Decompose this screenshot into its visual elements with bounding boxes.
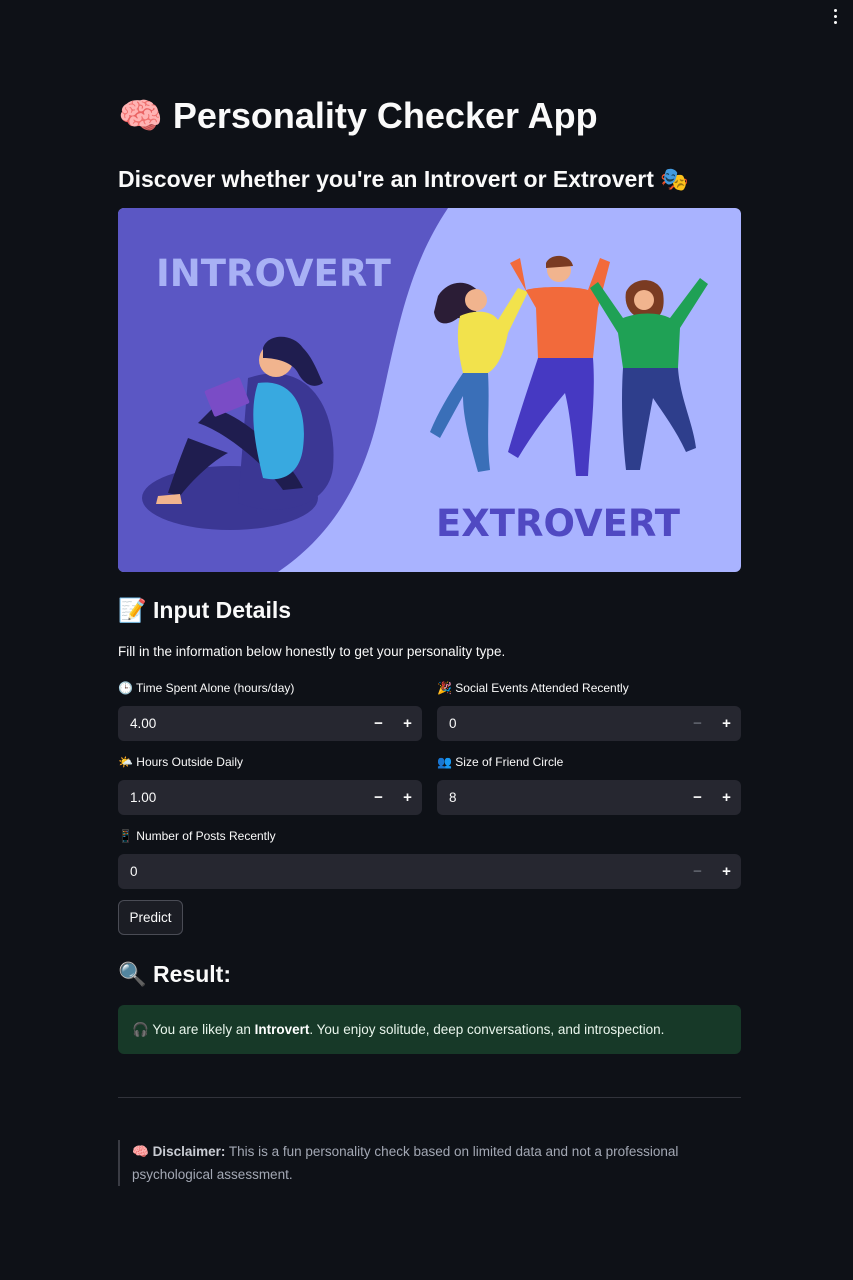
- social-events-increment-button[interactable]: +: [712, 706, 741, 741]
- result-title: 🔍 Result:: [118, 961, 231, 987]
- main-menu-button[interactable]: [827, 6, 843, 26]
- introvert-extrovert-illustration: INTROVERT EXTROVERT: [118, 208, 741, 572]
- time-alone-input[interactable]: 4.00: [118, 706, 364, 741]
- page-title: 🧠 Personality Checker App: [118, 95, 598, 136]
- posts-number-input: 0 − +: [118, 854, 741, 889]
- friend-circle-increment-button[interactable]: +: [712, 780, 741, 815]
- time-alone-field: 🕒 Time Spent Alone (hours/day) 4.00 − +: [118, 680, 422, 741]
- hero-introvert-text: INTROVERT: [156, 252, 392, 295]
- hours-outside-number-input: 1.00 − +: [118, 780, 422, 815]
- page-subtitle: Discover whether you're an Introvert or …: [118, 166, 689, 192]
- time-alone-label: 🕒 Time Spent Alone (hours/day): [118, 681, 295, 695]
- friend-circle-field: 👥 Size of Friend Circle 8 − +: [437, 754, 741, 815]
- hours-outside-label: 🌤️ Hours Outside Daily: [118, 755, 243, 769]
- kebab-dot: [833, 14, 837, 18]
- hours-outside-decrement-button[interactable]: −: [364, 780, 393, 815]
- kebab-dot: [833, 8, 837, 12]
- time-alone-decrement-button[interactable]: −: [364, 706, 393, 741]
- divider: [118, 1097, 741, 1098]
- social-events-input[interactable]: 0: [437, 706, 683, 741]
- result-alert: 🎧 You are likely an Introvert. You enjoy…: [118, 1005, 741, 1054]
- social-events-number-input: 0 − +: [437, 706, 741, 741]
- input-details-title: 📝 Input Details: [118, 597, 292, 623]
- friend-circle-label: 👥 Size of Friend Circle: [437, 755, 564, 769]
- friend-circle-decrement-button[interactable]: −: [683, 780, 712, 815]
- hours-outside-input[interactable]: 1.00: [118, 780, 364, 815]
- friend-circle-number-input: 8 − +: [437, 780, 741, 815]
- posts-increment-button[interactable]: +: [712, 854, 741, 889]
- hero-illustration: INTROVERT EXTROVERT: [118, 208, 741, 572]
- disclaimer-label: Disclaimer:: [152, 1144, 226, 1159]
- posts-input[interactable]: 0: [118, 854, 683, 889]
- result-prefix: 🎧 You are likely an: [132, 1021, 255, 1037]
- social-events-decrement-button[interactable]: −: [683, 706, 712, 741]
- time-alone-number-input: 4.00 − +: [118, 706, 422, 741]
- posts-label: 📱 Number of Posts Recently: [118, 829, 276, 843]
- result-type: Introvert: [254, 1022, 310, 1037]
- hours-outside-increment-button[interactable]: +: [393, 780, 422, 815]
- time-alone-increment-button[interactable]: +: [393, 706, 422, 741]
- kebab-dot: [833, 20, 837, 24]
- app-root: 🧠 Personality Checker App Discover wheth…: [0, 0, 853, 1280]
- result-description: . You enjoy solitude, deep conversations…: [309, 1022, 665, 1037]
- posts-decrement-button[interactable]: −: [683, 854, 712, 889]
- input-instructions: Fill in the information below honestly t…: [118, 644, 506, 659]
- predict-button[interactable]: Predict: [118, 900, 183, 935]
- disclaimer-icon: 🧠: [132, 1144, 153, 1159]
- hours-outside-field: 🌤️ Hours Outside Daily 1.00 − +: [118, 754, 422, 815]
- posts-field: 📱 Number of Posts Recently 0 − +: [118, 828, 741, 889]
- hero-extrovert-text: EXTROVERT: [436, 502, 681, 545]
- social-events-field: 🎉 Social Events Attended Recently 0 − +: [437, 680, 741, 741]
- disclaimer-blockquote: 🧠 Disclaimer: This is a fun personality …: [118, 1140, 718, 1186]
- friend-circle-input[interactable]: 8: [437, 780, 683, 815]
- social-events-label: 🎉 Social Events Attended Recently: [437, 681, 629, 695]
